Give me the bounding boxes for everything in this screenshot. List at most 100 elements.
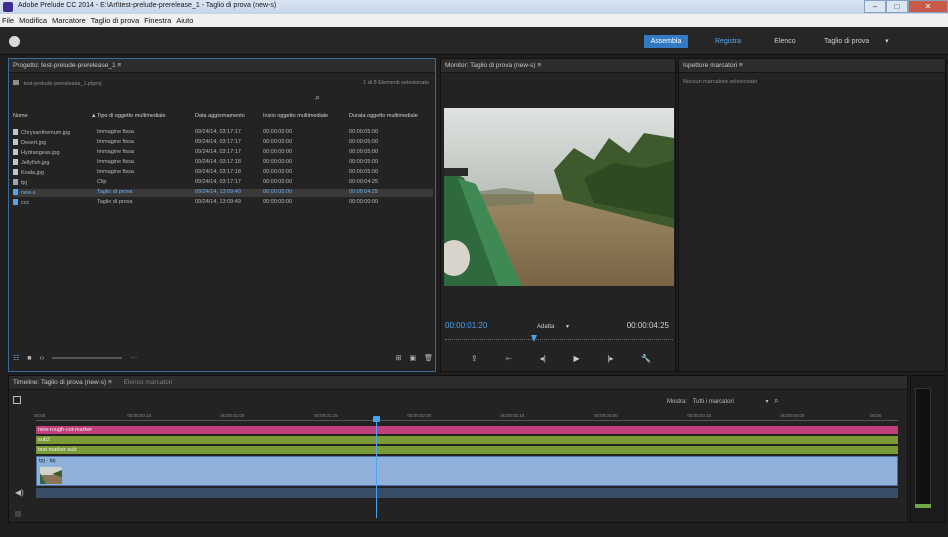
project-file-icon [13, 80, 19, 85]
column-date[interactable]: Data aggiornamento [195, 113, 245, 119]
close-button[interactable]: ✕ [908, 0, 948, 13]
project-list-item[interactable]: Chrysanthemum.jpg Immagine fissa 09/24/14,… [13, 129, 433, 137]
monitor-panel-tab[interactable]: Monitor: Taglio di prova (new-s) ≡ [441, 59, 675, 73]
delete-icon[interactable]: 🗑 [424, 354, 433, 362]
workspace-record-tab[interactable]: Registra [705, 35, 751, 48]
snap-icon[interactable] [13, 396, 21, 404]
project-list-item[interactable]: Koala.jpg Immagine fissa 09/24/14, 03:17:1… [13, 169, 433, 177]
track-toggle-icon[interactable] [15, 511, 21, 517]
speaker-icon[interactable]: ◀) [15, 488, 24, 497]
list-view-icon[interactable]: ☷ [13, 354, 19, 362]
project-list-item[interactable]: new-s Taglio di prova 09/24/14, 13:09:40 00… [13, 189, 433, 197]
minimize-button[interactable]: – [864, 0, 886, 13]
new-bin-icon[interactable]: ⊞ [396, 354, 402, 362]
sort-arrow-icon[interactable]: ▲ [91, 113, 96, 119]
project-list-item[interactable]: Hydrangeas.jpg Immagine fissa 09/24/14, 03… [13, 149, 433, 157]
menu-window[interactable]: Finestra [144, 16, 171, 25]
item-name: new-s [21, 190, 36, 196]
marker-list-tab[interactable]: Elenco marcatori [124, 379, 173, 386]
monitor-scrub-bar[interactable] [445, 339, 673, 340]
chevron-down-icon[interactable]: ▾ [765, 399, 768, 405]
menu-edit[interactable]: Modifica [19, 16, 47, 25]
item-start: 00:00:00:00 [263, 149, 293, 155]
zoom-fit-dropdown[interactable]: Adatta ▾ [537, 323, 569, 330]
item-dur: 00:00:04:25 [349, 189, 379, 195]
project-list-item[interactable]: ccc Taglio di prova 09/24/14, 13:09:49 00:0… [13, 199, 433, 207]
ruler-tick-label: 00:00 [34, 413, 46, 418]
video-frame [444, 108, 674, 286]
ruler-tick-label: 00:00 [870, 413, 882, 418]
prelude-app-icon [3, 2, 13, 12]
column-type[interactable]: Tipo di oggetto multimediale [97, 113, 166, 119]
item-name: Jellyfish.jpg [21, 160, 50, 166]
code-icon[interactable]: ‹› [40, 355, 45, 362]
item-name: tpj [21, 180, 27, 186]
current-timecode[interactable]: 00:00:01:20 [445, 321, 487, 330]
icon-view-icon[interactable]: ■ [27, 355, 31, 362]
new-rough-cut-icon[interactable]: ▣ [409, 354, 416, 362]
item-start: 00:00:00:00 [263, 199, 293, 205]
project-panel-tab[interactable]: Progetto: test-prelude-prerelease_1 ≡ [9, 59, 435, 73]
item-date: 09/24/14, 03:17:17 [195, 129, 241, 135]
timeline-playhead[interactable] [373, 416, 381, 518]
item-name-cell: ccc [13, 199, 29, 206]
item-date: 09/24/14, 03:17:18 [195, 169, 241, 175]
zoom-icon[interactable]: ⋯ [130, 354, 137, 362]
menu-file[interactable]: File [2, 16, 14, 25]
item-name-cell: Jellyfish.jpg [13, 159, 49, 166]
project-list-item[interactable]: Desert.jpg Immagine fissa 09/24/14, 03:17:… [13, 139, 433, 147]
search-icon[interactable]: ⌕ [774, 396, 778, 405]
ruler-tick-label: 00:00:04:00 [780, 413, 805, 418]
rough-cut-icon [13, 189, 18, 195]
transport-controls: ⇪ ⇤ ◂| ▶ |▸ 🔧 [471, 351, 651, 365]
timeline-tab[interactable]: Timeline: Taglio di prova (new-s) ≡ [13, 379, 112, 386]
selection-count: 1 di 8 Elementi selezionato [363, 80, 429, 86]
item-name: Hydrangeas.jpg [21, 150, 60, 156]
step-back-icon[interactable]: ◂| [540, 354, 546, 363]
step-forward-icon[interactable]: |▸ [607, 354, 613, 363]
menu-marker[interactable]: Marcatore [52, 16, 86, 25]
marker-track[interactable]: new-rough-cut-marker [36, 426, 898, 434]
maximize-button[interactable]: □ [886, 0, 908, 13]
zoom-slider[interactable] [52, 357, 123, 359]
timeline-panel: Timeline: Taglio di prova (new-s) ≡ Elen… [8, 375, 908, 523]
image-file-icon [13, 139, 18, 145]
item-start: 00:00:00:00 [263, 159, 293, 165]
ruler-tick-label: 00:00:02:15 [500, 413, 525, 418]
marker-track[interactable]: sub2 [36, 436, 898, 444]
play-icon[interactable]: ▶ [573, 354, 579, 363]
workspace-assemble-tab[interactable]: Assembla [644, 35, 688, 48]
ruler-tick-label: 00:00:00:15 [127, 413, 152, 418]
inspector-panel-tab[interactable]: Ispettore marcatori ≡ [679, 59, 945, 73]
column-duration[interactable]: Durata oggetto multimediale [349, 113, 418, 119]
item-date: 09/24/14, 13:09:49 [195, 199, 241, 205]
river-scene-image [444, 108, 674, 286]
audio-track[interactable] [36, 488, 898, 498]
item-name: Chrysanthemum.jpg [21, 130, 71, 136]
video-clip[interactable]: tpj - tpj [36, 456, 898, 486]
workspace-list-tab[interactable]: Elenco [766, 35, 804, 48]
workspace-rough-cut-dropdown[interactable]: Taglio di prova ▾ [820, 35, 896, 48]
menu-help[interactable]: Aiuto [176, 16, 193, 25]
marker-track[interactable]: test-marker-sub [36, 446, 898, 454]
show-filter-dropdown[interactable]: Tutti i marcatori [693, 399, 734, 405]
project-list-item[interactable]: Jellyfish.jpg Immagine fissa 09/24/14, 03:… [13, 159, 433, 167]
item-start: 00:00:00:00 [263, 129, 293, 135]
item-name: Koala.jpg [21, 170, 44, 176]
column-start[interactable]: Inizio oggetto multimediale [263, 113, 328, 119]
ruler-tick-label: 00:00:03:15 [687, 413, 712, 418]
search-icon[interactable]: ⌕ [315, 92, 320, 103]
total-timecode: 00:00:04:25 [626, 321, 669, 330]
settings-wrench-icon[interactable]: 🔧 [641, 354, 651, 363]
column-name[interactable]: Nome [13, 113, 28, 119]
item-type: Clip [97, 179, 107, 185]
item-date: 09/24/14, 03:17:17 [195, 149, 241, 155]
clip-label: tpj - tpj [39, 458, 56, 464]
home-icon[interactable] [9, 36, 20, 47]
chevron-down-icon: ▾ [566, 324, 570, 330]
project-list-item[interactable]: tpj Clip 09/24/14, 03:17:17 00:00:00:00 00:0… [13, 179, 433, 187]
export-frame-icon[interactable]: ⇪ [471, 354, 478, 363]
step-marker-icon[interactable]: ⇤ [505, 354, 512, 363]
playhead-handle-icon[interactable] [373, 416, 381, 422]
menu-rough-cut[interactable]: Taglio di prova [91, 16, 139, 25]
